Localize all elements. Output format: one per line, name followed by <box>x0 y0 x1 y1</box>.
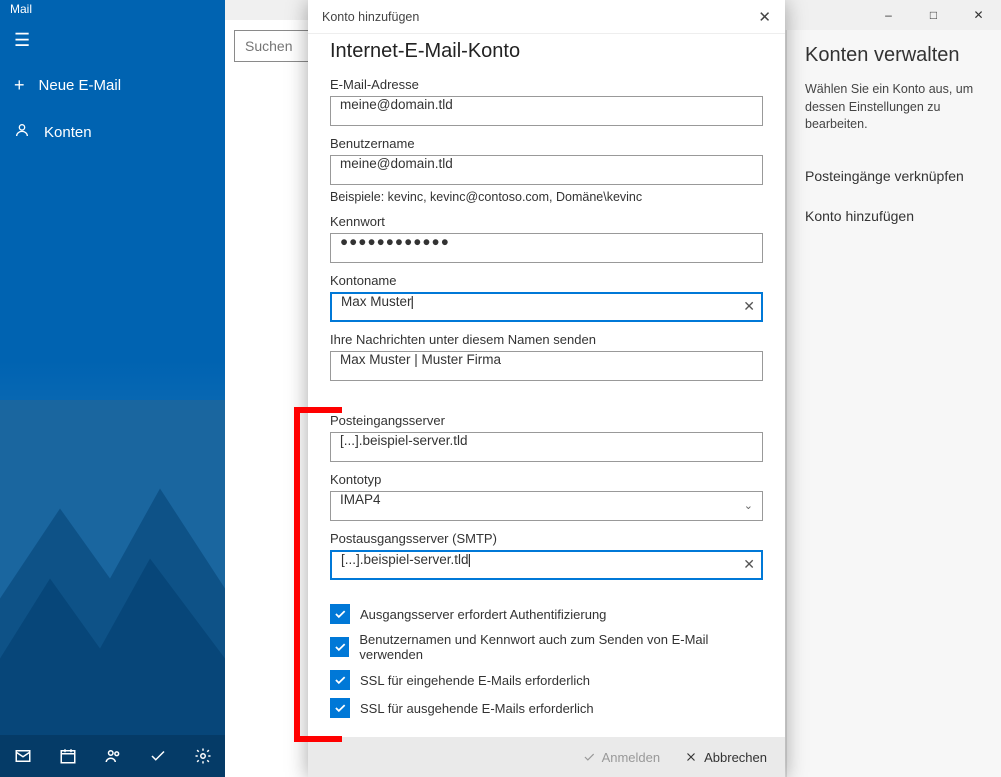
username-label: Benutzername <box>330 136 763 151</box>
people-icon[interactable] <box>90 735 135 777</box>
incoming-server-field[interactable]: [...].beispiel-server.tld <box>330 432 763 462</box>
window-minimize-button[interactable]: – <box>866 0 911 30</box>
window-maximize-button[interactable]: □ <box>911 0 956 30</box>
send-name-field[interactable]: Max Muster | Muster Firma <box>330 351 763 381</box>
dialog-header: Konto hinzufügen ✕ <box>308 0 785 34</box>
window-close-button[interactable]: ✕ <box>956 0 1001 30</box>
checkbox-ssl-in-label: SSL für eingehende E-Mails erforderlich <box>360 673 590 688</box>
chevron-down-icon: ⌄ <box>744 499 753 512</box>
dialog-close-button[interactable]: ✕ <box>758 8 771 26</box>
dialog-title: Konto hinzufügen <box>322 10 419 24</box>
email-field[interactable]: meine@domain.tld <box>330 96 763 126</box>
password-label: Kennwort <box>330 214 763 229</box>
checkbox-checked-icon <box>330 670 350 690</box>
accounts-label: Konten <box>44 124 92 141</box>
add-account-dialog: Konto hinzufügen ✕ Internet-E-Mail-Konto… <box>308 0 785 777</box>
dialog-heading: Internet-E-Mail-Konto <box>330 40 763 63</box>
mail-icon[interactable] <box>0 735 45 777</box>
account-name-label: Kontoname <box>330 273 763 288</box>
link-inboxes-option[interactable]: Posteingänge verknüpfen <box>805 156 983 196</box>
email-label: E-Mail-Adresse <box>330 77 763 92</box>
account-type-select[interactable]: IMAP4 <box>330 491 763 521</box>
plus-icon: + <box>14 75 25 96</box>
checkbox-checked-icon <box>330 637 349 657</box>
calendar-icon[interactable] <box>45 735 90 777</box>
account-type-label: Kontotyp <box>330 472 763 487</box>
clear-icon[interactable]: ✕ <box>743 556 755 573</box>
checkbox-use-credentials[interactable]: Benutzernamen und Kennwort auch zum Send… <box>330 632 763 662</box>
panel-title: Konten verwalten <box>805 44 983 67</box>
send-name-label: Ihre Nachrichten unter diesem Namen send… <box>330 332 763 347</box>
new-mail-label: Neue E-Mail <box>39 77 122 94</box>
checkbox-auth-label: Ausgangsserver erfordert Authentifizieru… <box>360 607 606 622</box>
checkbox-ssl-incoming[interactable]: SSL für eingehende E-Mails erforderlich <box>330 670 763 690</box>
panel-subtitle: Wählen Sie ein Konto aus, um dessen Eins… <box>805 81 983 134</box>
sidebar-item-accounts[interactable]: Konten <box>0 110 225 154</box>
new-mail-button[interactable]: + Neue E-Mail <box>0 61 225 110</box>
cancel-label: Abbrechen <box>704 750 767 765</box>
incoming-label: Posteingangsserver <box>330 413 763 428</box>
app-titlebar: Mail <box>0 0 225 20</box>
manage-accounts-panel: Konten verwalten Wählen Sie ein Konto au… <box>786 30 1001 777</box>
dialog-footer: Anmelden Abbrechen <box>308 737 785 777</box>
app-title: Mail <box>10 2 32 16</box>
sidebar-wallpaper <box>0 400 225 777</box>
outgoing-label: Postausgangsserver (SMTP) <box>330 531 763 546</box>
checkbox-ssl-outgoing[interactable]: SSL für ausgehende E-Mails erforderlich <box>330 698 763 718</box>
checkbox-checked-icon <box>330 604 350 624</box>
sidebar-bottom-bar <box>0 735 225 777</box>
cancel-button[interactable]: Abbrechen <box>684 750 767 765</box>
checkbox-ssl-out-label: SSL für ausgehende E-Mails erforderlich <box>360 701 594 716</box>
checkbox-use-creds-label: Benutzernamen und Kennwort auch zum Send… <box>359 632 763 662</box>
account-name-field[interactable]: Max Muster <box>330 292 763 322</box>
checkbox-checked-icon <box>330 698 350 718</box>
password-field[interactable]: ●●●●●●●●●●●● <box>330 233 763 263</box>
signin-button[interactable]: Anmelden <box>582 750 661 765</box>
checkbox-auth-required[interactable]: Ausgangsserver erfordert Authentifizieru… <box>330 604 763 624</box>
add-account-option[interactable]: Konto hinzufügen <box>805 196 983 236</box>
left-sidebar: ☰ + Neue E-Mail Konten <box>0 20 225 777</box>
outgoing-server-field[interactable]: [...].beispiel-server.tld <box>330 550 763 580</box>
hamburger-menu-button[interactable]: ☰ <box>0 20 225 61</box>
clear-icon[interactable]: ✕ <box>743 298 755 315</box>
signin-label: Anmelden <box>602 750 661 765</box>
person-icon <box>14 122 30 142</box>
todo-icon[interactable] <box>135 735 180 777</box>
username-hint: Beispiele: kevinc, kevinc@contoso.com, D… <box>330 190 763 204</box>
settings-icon[interactable] <box>180 735 225 777</box>
username-field[interactable]: meine@domain.tld <box>330 155 763 185</box>
